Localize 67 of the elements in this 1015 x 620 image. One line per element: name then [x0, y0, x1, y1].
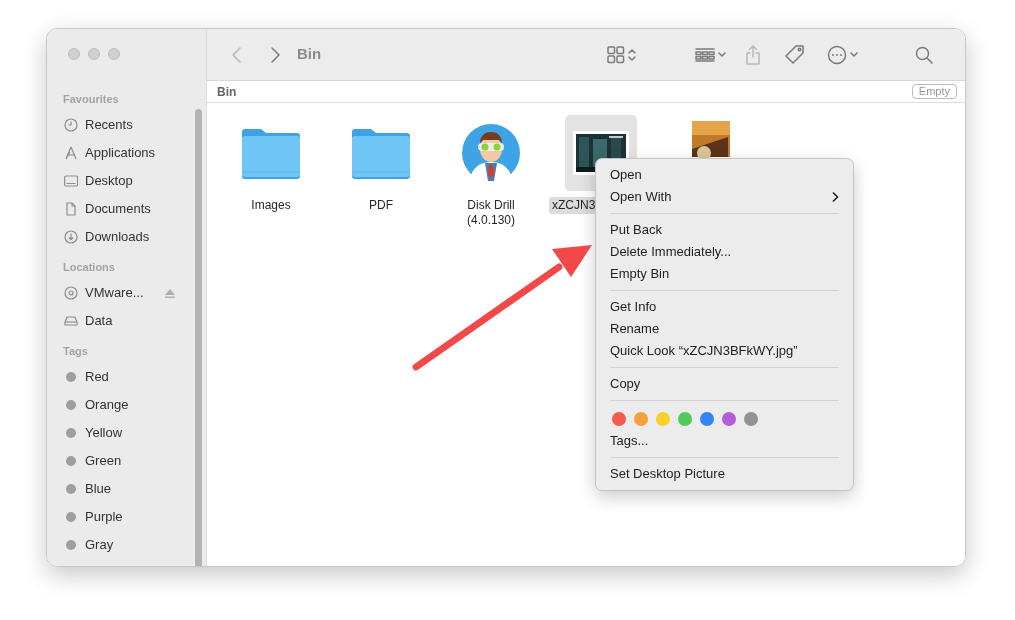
tag-dot-icon — [64, 482, 78, 496]
tag-dot-icon — [64, 370, 78, 384]
menu-item[interactable]: Get Info — [596, 296, 853, 318]
section-heading: Tags — [62, 344, 89, 359]
color-tag-dot[interactable] — [634, 412, 648, 426]
file-name[interactable]: PDF — [366, 197, 396, 214]
apps-icon — [64, 146, 78, 160]
sidebar-item[interactable]: Applications — [47, 139, 206, 167]
window-control-button[interactable] — [108, 48, 120, 60]
folder-title: Bin — [217, 83, 237, 101]
scrollbar[interactable] — [195, 109, 202, 566]
menu-item[interactable]: Tags... — [596, 430, 853, 452]
caret-icon — [849, 49, 860, 60]
section-heading: Favourites — [62, 92, 120, 107]
color-tag-dot[interactable] — [744, 412, 758, 426]
sidebar-item[interactable]: Recents — [47, 111, 206, 139]
menu-item[interactable]: Empty Bin — [596, 263, 853, 285]
window-control-button[interactable] — [68, 48, 80, 60]
more-icon — [827, 44, 848, 65]
grid-icon — [607, 45, 626, 64]
color-tag-dot[interactable] — [722, 412, 736, 426]
menu-item[interactable]: Copy — [596, 373, 853, 395]
download-icon — [64, 230, 78, 244]
tag-dot-icon — [64, 538, 78, 552]
sidebar-item[interactable]: Downloads — [47, 223, 206, 251]
menu-item[interactable]: Open With — [596, 186, 853, 208]
sidebar-item[interactable]: Purple — [47, 503, 206, 531]
menu-item[interactable]: Quick Look “xZCJN3BFkWY.jpg” — [596, 340, 853, 362]
color-tag-dot[interactable] — [700, 412, 714, 426]
color-tag-dot[interactable] — [678, 412, 692, 426]
folder-icon — [240, 126, 302, 180]
sidebar-item[interactable]: VMware... — [47, 279, 206, 307]
menu-item[interactable]: Set Desktop Picture — [596, 463, 853, 485]
menu-item[interactable]: Delete Immediately... — [596, 241, 853, 263]
menu-item[interactable]: Put Back — [596, 219, 853, 241]
group-icon — [695, 46, 716, 63]
sidebar-item[interactable]: Gray — [47, 531, 206, 559]
file-name[interactable]: Images — [248, 197, 294, 214]
sidebar-item[interactable]: Data — [47, 307, 206, 335]
disc-icon — [64, 286, 78, 300]
tag-dot-icon — [64, 454, 78, 468]
document-icon — [64, 202, 78, 216]
sidebar-item[interactable]: Green — [47, 447, 206, 475]
file-name[interactable]: Disk Drill (4.0.130) — [464, 197, 518, 229]
window-control-button[interactable] — [88, 48, 100, 60]
menu-item[interactable]: Open — [596, 164, 853, 186]
tag-dot-icon — [64, 426, 78, 440]
sidebar-item[interactable]: Yellow — [47, 419, 206, 447]
tag-dot-icon — [64, 510, 78, 524]
tag-dot-icon — [64, 398, 78, 412]
window-title: Bin — [297, 44, 322, 65]
menu-item[interactable]: Rename — [596, 318, 853, 340]
section-heading: Locations — [62, 260, 116, 275]
sidebar-item[interactable]: Desktop — [47, 167, 206, 195]
drive-icon — [64, 314, 78, 328]
color-tag-dot[interactable] — [612, 412, 626, 426]
clock-icon — [64, 118, 78, 132]
app-icon — [461, 123, 521, 183]
color-tag-dot[interactable] — [656, 412, 670, 426]
folder-icon — [350, 126, 412, 180]
sidebar-item[interactable]: Blue — [47, 475, 206, 503]
chevron-up-down-icon — [627, 46, 638, 63]
caret-icon — [717, 49, 728, 60]
monitor-icon — [64, 174, 78, 188]
sidebar-item[interactable]: Orange — [47, 391, 206, 419]
sidebar-item[interactable]: Red — [47, 363, 206, 391]
sidebar-item[interactable]: Documents — [47, 195, 206, 223]
